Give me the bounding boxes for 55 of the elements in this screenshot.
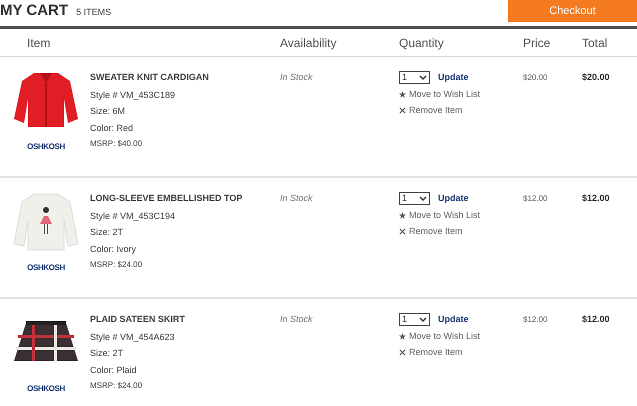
availability-text: In Stock [280, 193, 313, 203]
chevron-down-icon [419, 75, 427, 80]
brand-logo: OSHKOSH [27, 383, 65, 395]
brand-logo: OSHKOSH [27, 141, 65, 153]
remove-link[interactable]: Remove Item [409, 346, 463, 360]
product-style: Style # VM_454A623 [90, 330, 176, 344]
update-link[interactable]: Update [438, 71, 469, 84]
column-header: Total [582, 34, 608, 52]
quantity-select[interactable]: 1 [399, 192, 430, 206]
star-icon [399, 332, 406, 340]
item-count: 5 ITEMS [76, 6, 112, 19]
product-name: SWEATER KNIT CARDIGAN [90, 71, 210, 84]
product-style: Style # VM_453C194 [90, 210, 176, 223]
price-text: $12.00 [523, 315, 548, 324]
brand-logo: OSHKOSH [27, 262, 65, 274]
availability-text: In Stock [280, 314, 313, 324]
star-icon [399, 90, 406, 98]
column-header: Item [27, 34, 50, 52]
column-header: Availability [280, 34, 336, 52]
update-link[interactable]: Update [438, 192, 469, 206]
total-text: $20.00 [582, 72, 610, 82]
page-title: MY CART [0, 1, 68, 21]
total-text: $12.00 [582, 193, 610, 203]
update-link[interactable]: Update [438, 313, 469, 326]
close-icon [399, 107, 406, 114]
chevron-down-icon [419, 196, 427, 202]
column-header: Price [523, 34, 550, 52]
price-text: $20.00 [523, 73, 548, 82]
remove-link[interactable]: Remove Item [409, 104, 463, 118]
product-name: PLAID SATEEN SKIRT [90, 313, 186, 326]
star-icon [399, 212, 406, 219]
product-size: Size: 6M [90, 105, 126, 118]
wish-list-link[interactable]: Move to Wish List [409, 88, 480, 101]
quantity-select[interactable]: 1 [399, 71, 430, 84]
product-color: Color: Ivory [90, 242, 138, 256]
product-msrp: MSRP: $24.00 [90, 259, 144, 271]
wish-list-link[interactable]: Move to Wish List [409, 208, 480, 222]
product-color: Color: Red [90, 122, 134, 134]
product-size: Size: 2T [90, 226, 124, 239]
availability-text: In Stock [280, 72, 313, 82]
price-text: $12.00 [523, 194, 548, 203]
product-msrp: MSRP: $40.00 [90, 138, 144, 150]
close-icon [399, 228, 406, 236]
total-text: $12.00 [582, 314, 610, 324]
chevron-down-icon [419, 317, 427, 322]
quantity-select[interactable]: 1 [399, 313, 430, 326]
wish-list-link[interactable]: Move to Wish List [409, 330, 480, 343]
product-msrp: MSRP: $24.00 [90, 380, 144, 392]
product-name: LONG-SLEEVE EMBELLISHED TOP [90, 192, 244, 205]
product-color: Color: Plaid [90, 364, 138, 376]
column-header: Quantity [399, 34, 444, 52]
remove-link[interactable]: Remove Item [409, 225, 463, 238]
product-style: Style # VM_453C189 [90, 88, 176, 102]
product-size: Size: 2T [90, 347, 124, 360]
close-icon [399, 349, 406, 356]
